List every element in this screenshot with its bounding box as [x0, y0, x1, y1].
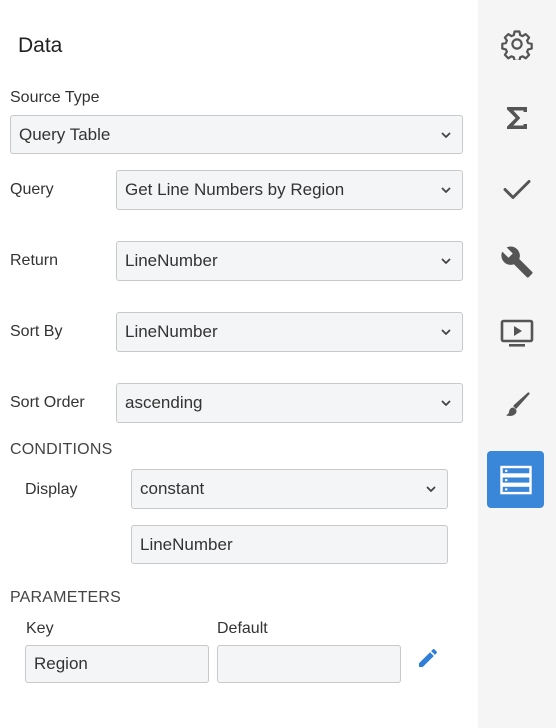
chevron-down-icon	[441, 329, 451, 335]
return-select[interactable]: LineNumber	[116, 241, 463, 281]
constant-value-text: LineNumber	[140, 534, 233, 554]
constant-value-input[interactable]: LineNumber	[131, 525, 448, 564]
display-value: constant	[140, 479, 205, 498]
play-screen-icon	[500, 319, 534, 347]
query-select[interactable]: Get Line Numbers by Region	[116, 170, 463, 210]
checkmark-icon	[503, 180, 531, 199]
parameters-heading: PARAMETERS	[10, 589, 122, 606]
sidebar-item-validation[interactable]	[478, 161, 556, 217]
sidebar-item-data[interactable]	[487, 451, 544, 508]
parameter-key-input[interactable]: Region	[25, 645, 209, 683]
source-type-value: Query Table	[19, 124, 111, 144]
sidebar-item-media[interactable]	[478, 305, 556, 361]
chevron-down-icon	[441, 258, 451, 264]
parameter-default-input[interactable]	[217, 645, 401, 683]
chevron-down-icon	[441, 400, 451, 406]
sort-by-value: LineNumber	[125, 322, 218, 341]
database-icon	[499, 465, 532, 494]
panel-title: Data	[18, 34, 63, 57]
sidebar-item-style[interactable]	[478, 377, 556, 433]
data-panel: Data Source Type Query Table Query Get L…	[0, 0, 478, 728]
chevron-down-icon	[426, 486, 436, 492]
conditions-heading: CONDITIONS	[10, 441, 113, 458]
sidebar-rail	[478, 0, 556, 728]
source-type-label: Source Type	[10, 89, 100, 106]
query-value: Get Line Numbers by Region	[125, 180, 345, 199]
sidebar-item-settings[interactable]	[478, 16, 556, 72]
sort-order-label: Sort Order	[10, 394, 85, 411]
pencil-edit-icon[interactable]	[416, 646, 440, 670]
display-label: Display	[25, 481, 78, 498]
return-value: LineNumber	[125, 251, 218, 270]
sort-by-label: Sort By	[10, 323, 63, 340]
default-column-header: Default	[217, 620, 268, 637]
sidebar-item-aggregate[interactable]	[478, 90, 556, 146]
sort-order-select[interactable]: ascending	[116, 383, 463, 423]
sigma-icon	[507, 107, 527, 129]
sidebar-item-tools[interactable]	[478, 234, 556, 290]
chevron-down-icon	[441, 132, 451, 138]
parameter-key-text: Region	[34, 654, 88, 673]
sort-by-select[interactable]: LineNumber	[116, 312, 463, 352]
sort-order-value: ascending	[125, 393, 203, 412]
display-select[interactable]: constant	[131, 469, 448, 509]
return-label: Return	[10, 252, 59, 269]
source-type-select[interactable]: Query Table	[10, 115, 463, 154]
key-column-header: Key	[26, 620, 54, 637]
wrench-icon	[501, 246, 533, 278]
gear-icon	[501, 30, 533, 60]
query-label: Query	[10, 181, 54, 198]
chevron-down-icon	[441, 187, 451, 193]
brush-icon	[506, 392, 530, 416]
